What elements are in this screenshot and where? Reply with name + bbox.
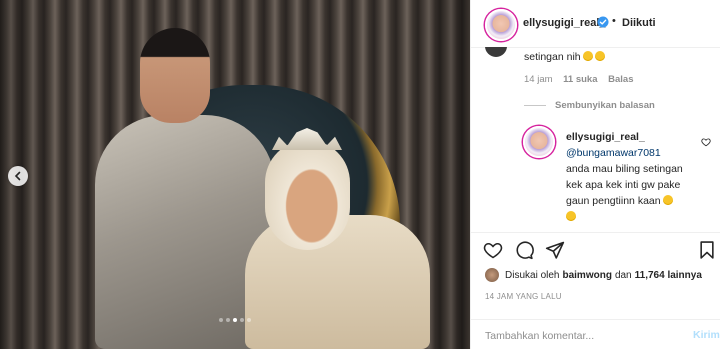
hide-replies-button[interactable]: Sembunyikan balasan (555, 100, 655, 111)
groom-head (140, 28, 210, 123)
post-timestamp[interactable]: 14 JAM YANG LALU (485, 292, 562, 301)
replies-divider (524, 105, 546, 106)
liked-by-row[interactable]: Disukai oleh baimwong dan 11,764 lainnya (485, 266, 705, 284)
comment-likes[interactable]: 11 suka (563, 74, 597, 85)
carousel-dots (219, 318, 251, 322)
liked-by-joiner: dan (614, 269, 632, 281)
heart-icon[interactable] (483, 240, 503, 260)
post-header: ellysugigi_real_ • Diikuti (471, 0, 720, 48)
likes-count[interactable]: 11,764 lainnya (635, 270, 702, 281)
carousel-dot (219, 318, 223, 322)
author-username[interactable]: ellysugigi_real_ (523, 17, 606, 29)
grinning-emoji-icon (662, 195, 673, 205)
share-icon[interactable] (545, 240, 565, 260)
reply-button[interactable]: Balas (608, 74, 633, 85)
carousel-dot (247, 318, 251, 322)
header-separator: • (612, 15, 616, 27)
liked-by-user[interactable]: baimwong (562, 270, 611, 281)
post-actions-bar (471, 232, 720, 263)
liked-by-prefix: Disukai oleh (505, 269, 560, 281)
reply-author-avatar[interactable] (523, 126, 555, 158)
comment-icon[interactable] (514, 240, 534, 260)
previous-slide-button[interactable] (8, 166, 28, 186)
comment-input[interactable] (483, 327, 677, 345)
reply-emoji-line (566, 211, 576, 223)
previous-commenter-avatar[interactable] (485, 47, 507, 57)
comment-meta: 14 jam 11 suka Balas (524, 74, 642, 85)
bookmark-icon[interactable] (697, 240, 717, 260)
bride-head (265, 140, 350, 250)
post-photo (0, 0, 470, 349)
post-comment-button[interactable]: Kirim (693, 329, 720, 341)
post-details-panel: ellysugigi_real_ • Diikuti setingan nih … (470, 0, 720, 349)
carousel-dot (240, 318, 244, 322)
add-comment-bar: Kirim (471, 319, 720, 350)
like-comment-heart-icon[interactable] (701, 137, 711, 147)
reply-author-username[interactable]: ellysugigi_real_ (566, 131, 645, 143)
carousel-dot (233, 318, 237, 322)
previous-comment-text: setingan nih (524, 51, 605, 63)
follow-status-button[interactable]: Diikuti (622, 17, 656, 29)
grinning-emoji-icon (582, 51, 593, 61)
chevron-left-icon (14, 171, 21, 181)
liker-avatar (485, 268, 499, 282)
author-avatar[interactable] (485, 9, 517, 41)
grinning-emoji-icon (566, 211, 576, 221)
reply-text-line: anda mau biling setingan (566, 163, 683, 175)
comment-time: 14 jam (524, 74, 553, 85)
reply-text-line: gaun pengtiinn kaan (566, 195, 673, 207)
carousel-dot (226, 318, 230, 322)
reply-text-line: kek apa kek inti gw pake (566, 179, 681, 191)
grinning-emoji-icon (594, 51, 605, 61)
reply-mention-link[interactable]: @bungamawar7081 (566, 147, 661, 159)
verified-badge-icon (597, 16, 609, 28)
comments-section[interactable]: setingan nih 14 jam 11 suka Balas Sembun… (471, 47, 720, 232)
